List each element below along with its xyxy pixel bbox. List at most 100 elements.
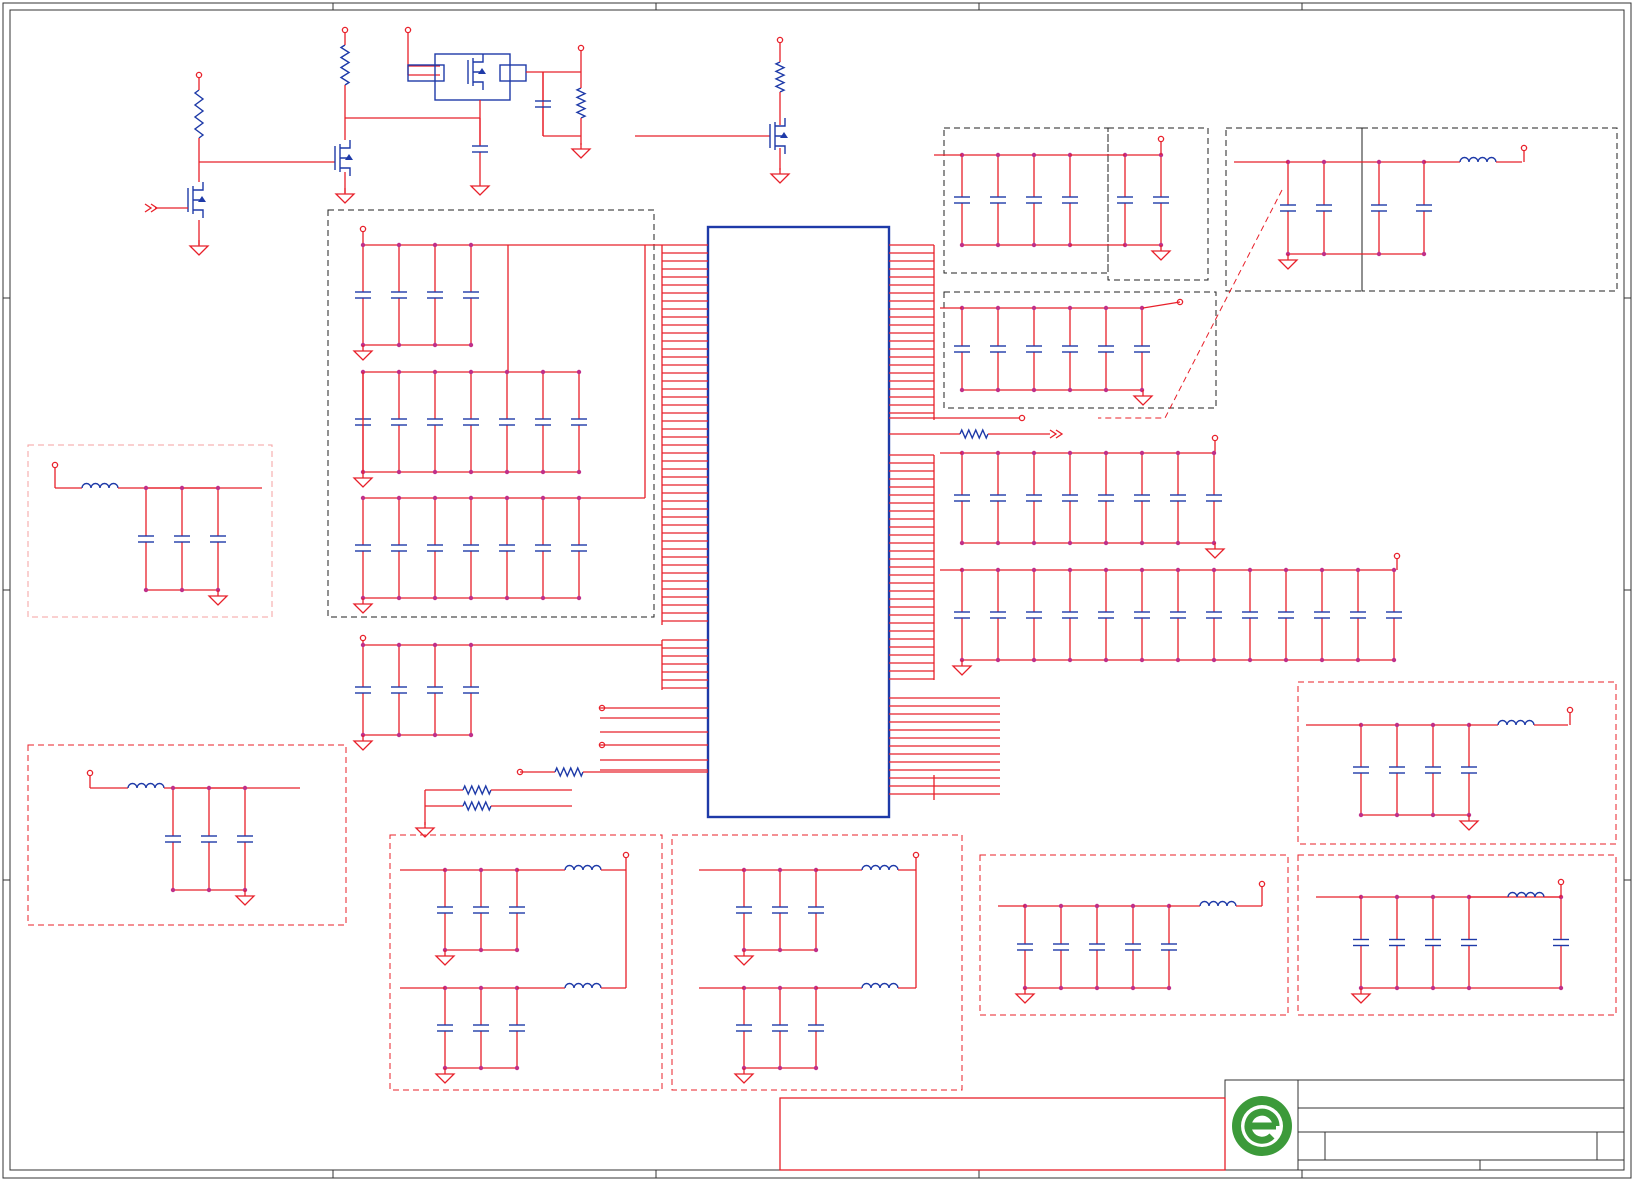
power-port [1258,880,1266,888]
junction-dot [1058,903,1064,909]
junction-dot [478,867,484,873]
resistor [462,800,492,812]
decoupling-block-top-right-a [943,127,1109,274]
offpage-connector [1049,429,1064,439]
inductor [564,864,602,871]
filter-block-bottom-c [979,854,1289,1016]
mosfet-diode [198,196,206,202]
filter-block-top-far-right-a [1225,127,1363,292]
junction-dot [1139,540,1145,546]
junction-dot [540,369,546,375]
junction-dot [215,485,221,491]
junction-dot [1558,985,1564,991]
ground-symbol [733,955,755,966]
filter-block-left-lower [27,744,347,926]
resistor [575,87,587,119]
junction-dot [1175,540,1181,546]
junction-dot [396,242,402,248]
junction-dot [1211,657,1217,663]
junction-dot [540,469,546,475]
junction-dot [1211,450,1217,456]
inductor [127,782,165,789]
junction-dot [468,242,474,248]
power-port [912,851,920,859]
junction-dot [1067,540,1073,546]
junction-dot [995,152,1001,158]
junction-dot [1283,657,1289,663]
power-port [359,634,367,642]
junction-dot [995,540,1001,546]
zone-ticks [3,3,1631,1178]
junction-dot [576,595,582,601]
inductor [861,982,899,989]
junction-dot [1031,540,1037,546]
switch-pad [407,64,445,82]
junction-dot [959,387,965,393]
ground-symbol [951,665,973,676]
ground-symbol [469,185,491,196]
junction-dot [206,785,212,791]
ground-symbol [1132,395,1154,406]
junction-dot [1103,567,1109,573]
junction-dot [432,732,438,738]
junction-dot [1031,152,1037,158]
ground-symbol [414,827,436,838]
ground-symbol [188,245,210,256]
junction-dot [478,947,484,953]
junction-dot [1247,567,1253,573]
switch-pad [499,64,527,82]
junction-dot [432,369,438,375]
ground-symbol [352,350,374,361]
sheet-frame [2,2,1632,1179]
junction-dot [1321,251,1327,257]
junction-dot [432,595,438,601]
schematic-sheet [2,2,1632,1179]
junction-dot [1421,251,1427,257]
junction-dot [432,469,438,475]
junction-dot [1466,985,1472,991]
inductor [81,482,119,489]
power-port [195,71,203,79]
filter-block-right-lower [1297,854,1617,1016]
junction-dot [396,369,402,375]
junction-dot [1067,387,1073,393]
filter-block-bottom-a [389,834,663,1091]
junction-dot [1166,985,1172,991]
junction-dot [1031,305,1037,311]
junction-dot [396,469,402,475]
junction-dot [1067,305,1073,311]
ground-symbol [1150,250,1172,261]
junction-dot [576,495,582,501]
junction-dot [514,1065,520,1071]
junction-dot [360,642,366,648]
filter-block-right-upper [1297,681,1617,845]
junction-dot [995,305,1001,311]
power-port [86,769,94,777]
junction-dot [478,985,484,991]
filter-block-left-upper [27,444,273,618]
junction-dot [468,595,474,601]
ground-symbol [352,477,374,488]
ground-symbol [1277,259,1299,270]
junction-dot [1319,657,1325,663]
mosfet-diode [780,132,788,138]
main-ic [706,225,891,819]
junction-dot [777,1065,783,1071]
junction-dot [242,785,248,791]
junction-dot [432,342,438,348]
inductor [1459,156,1497,163]
junction-dot [1391,567,1397,573]
junction-dot [179,587,185,593]
power-port [1557,878,1565,886]
inductor [861,864,899,871]
junction-dot [1430,894,1436,900]
junction-dot [1094,903,1100,909]
junction-dot [1376,251,1382,257]
power-port [1520,144,1528,152]
junction-dot [1139,657,1145,663]
resistor [554,766,584,778]
junction-dot [1175,567,1181,573]
inductor [1497,719,1535,726]
junction-dot [1376,159,1382,165]
junction-dot [1394,985,1400,991]
